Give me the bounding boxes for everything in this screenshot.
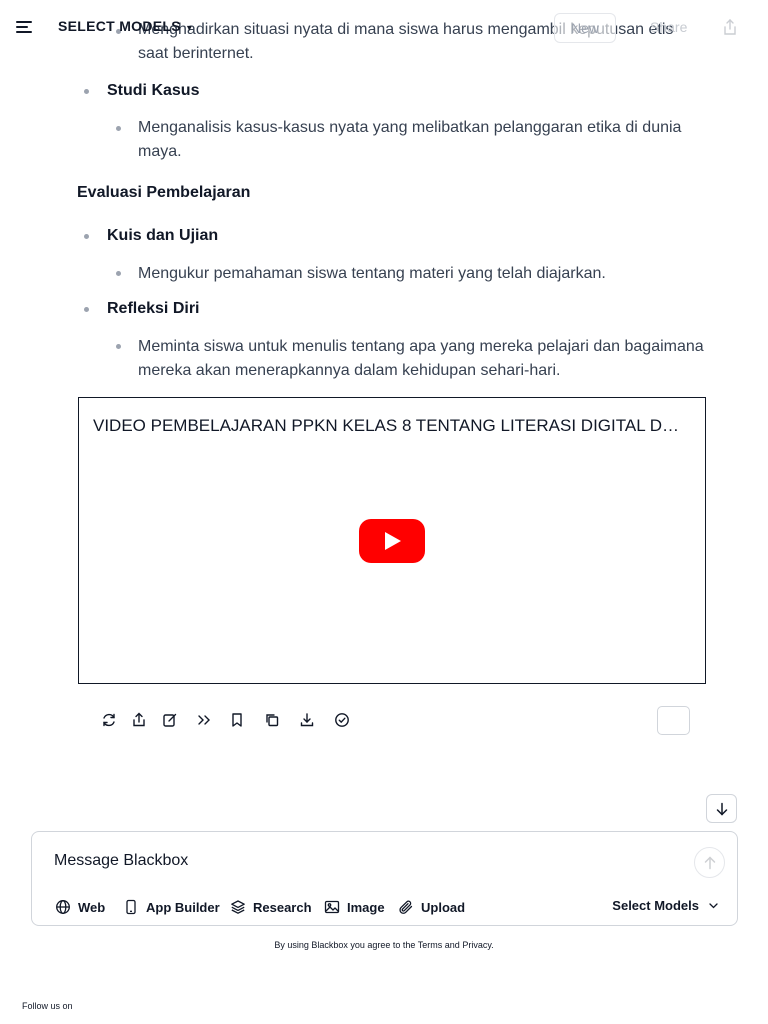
select-models-label: SELECT MODELS: [58, 18, 181, 34]
share-button[interactable]: Share: [650, 19, 687, 35]
download-icon[interactable]: [296, 709, 318, 731]
message-input[interactable]: [54, 852, 674, 870]
top-bar: SELECT MODELS ▾ New Share: [0, 0, 768, 52]
app-builder-tool-label: App Builder: [146, 899, 220, 915]
image-icon: [324, 900, 340, 914]
chevron-down-icon: ▾: [186, 23, 193, 34]
list-bullet: [116, 126, 121, 131]
new-chat-button[interactable]: New: [554, 13, 616, 43]
section-heading: Evaluasi Pembelajaran: [77, 184, 251, 201]
send-button[interactable]: [694, 847, 725, 878]
paperclip-icon: [399, 900, 413, 914]
chevron-down-icon: [709, 903, 718, 909]
globe-icon: [56, 900, 70, 914]
phone-icon: [126, 899, 136, 915]
model-select-dropdown[interactable]: Select Models: [612, 898, 719, 913]
list-bullet: [84, 234, 89, 239]
web-tool-label: Web: [78, 899, 106, 915]
follow-us-label: Follow us on: [22, 1001, 73, 1011]
select-models-button[interactable]: SELECT MODELS ▾: [58, 18, 192, 34]
list-bullet: [116, 344, 121, 349]
list-bullet: [116, 271, 121, 276]
list-item-heading: Studi Kasus: [107, 82, 200, 99]
list-item-heading: Refleksi Diri: [107, 300, 200, 317]
list-bullet: [84, 307, 89, 312]
message-composer: Web App Builder Research Image Upload Se…: [31, 831, 738, 926]
video-title[interactable]: VIDEO PEMBELAJARAN PPKN KELAS 8 TENTANG …: [93, 416, 689, 436]
model-select-label: Select Models: [612, 898, 699, 913]
app-builder-tool-button[interactable]: App Builder: [123, 898, 220, 916]
copy-icon[interactable]: [261, 709, 283, 731]
list-item-heading: Kuis dan Ujian: [107, 227, 219, 244]
list-item-text: Mengukur pemahaman siswa tentang materi …: [138, 265, 606, 282]
terms-notice: By using Blackbox you agree to the Terms…: [0, 940, 768, 950]
upload-tool-label: Upload: [421, 899, 466, 915]
arrow-up-icon: [704, 856, 716, 870]
bookmark-icon[interactable]: [226, 709, 248, 731]
terms-and: and: [444, 940, 460, 950]
regenerate-icon[interactable]: [98, 709, 120, 731]
share-icon[interactable]: [128, 709, 150, 731]
list-bullet: [84, 89, 89, 94]
terms-prefix: By using Blackbox you agree to the: [274, 940, 416, 950]
research-tool-button[interactable]: Research: [230, 898, 312, 916]
action-placeholder-button[interactable]: [657, 706, 690, 735]
research-tool-label: Research: [253, 899, 312, 915]
image-tool-button[interactable]: Image: [324, 898, 385, 916]
play-icon[interactable]: [359, 519, 425, 563]
list-item-text: Meminta siswa untuk menulis tentang apa …: [138, 338, 704, 379]
upload-tool-button[interactable]: Upload: [398, 898, 465, 916]
menu-icon[interactable]: [16, 19, 34, 35]
video-embed[interactable]: VIDEO PEMBELAJARAN PPKN KELAS 8 TENTANG …: [78, 397, 706, 684]
terms-link[interactable]: Terms: [418, 940, 443, 950]
scroll-to-bottom-button[interactable]: [706, 794, 737, 823]
continue-icon[interactable]: [193, 709, 215, 731]
list-item-text: Menganalisis kasus-kasus nyata yang meli…: [138, 119, 682, 160]
arrow-down-icon: [716, 802, 728, 816]
check-circle-icon[interactable]: [331, 709, 353, 731]
privacy-link[interactable]: Privacy.: [462, 940, 493, 950]
image-tool-label: Image: [347, 899, 385, 915]
layers-icon: [231, 900, 245, 914]
edit-icon[interactable]: [159, 709, 181, 731]
chat-content: Menghadirkan situasi nyata di mana siswa…: [0, 0, 768, 790]
upload-icon[interactable]: [722, 18, 738, 36]
web-tool-button[interactable]: Web: [55, 898, 105, 916]
